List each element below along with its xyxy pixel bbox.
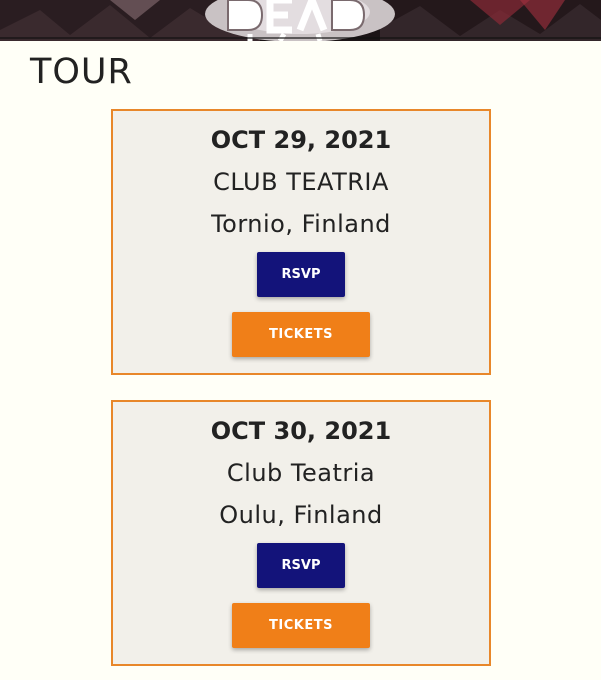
tickets-button[interactable]: TICKETS	[232, 603, 370, 648]
event-date: OCT 30, 2021	[210, 417, 392, 445]
page-title: TOUR	[30, 52, 133, 92]
tickets-button[interactable]: TICKETS	[232, 312, 370, 357]
rsvp-button[interactable]: RSVP	[257, 543, 345, 588]
event-venue: Club Teatria	[226, 459, 376, 487]
tour-event-card: OCT 29, 2021 CLUB TEATRIA Tornio, Finlan…	[111, 109, 491, 375]
header-banner-image	[0, 0, 601, 41]
event-date: OCT 29, 2021	[210, 126, 392, 154]
event-location: Oulu, Finland	[219, 501, 383, 529]
event-venue: CLUB TEATRIA	[213, 168, 389, 196]
rsvp-button[interactable]: RSVP	[257, 252, 345, 297]
tour-event-card: OCT 30, 2021 Club Teatria Oulu, Finland …	[111, 400, 491, 666]
band-artwork-image	[0, 0, 601, 41]
event-location: Tornio, Finland	[211, 210, 391, 238]
